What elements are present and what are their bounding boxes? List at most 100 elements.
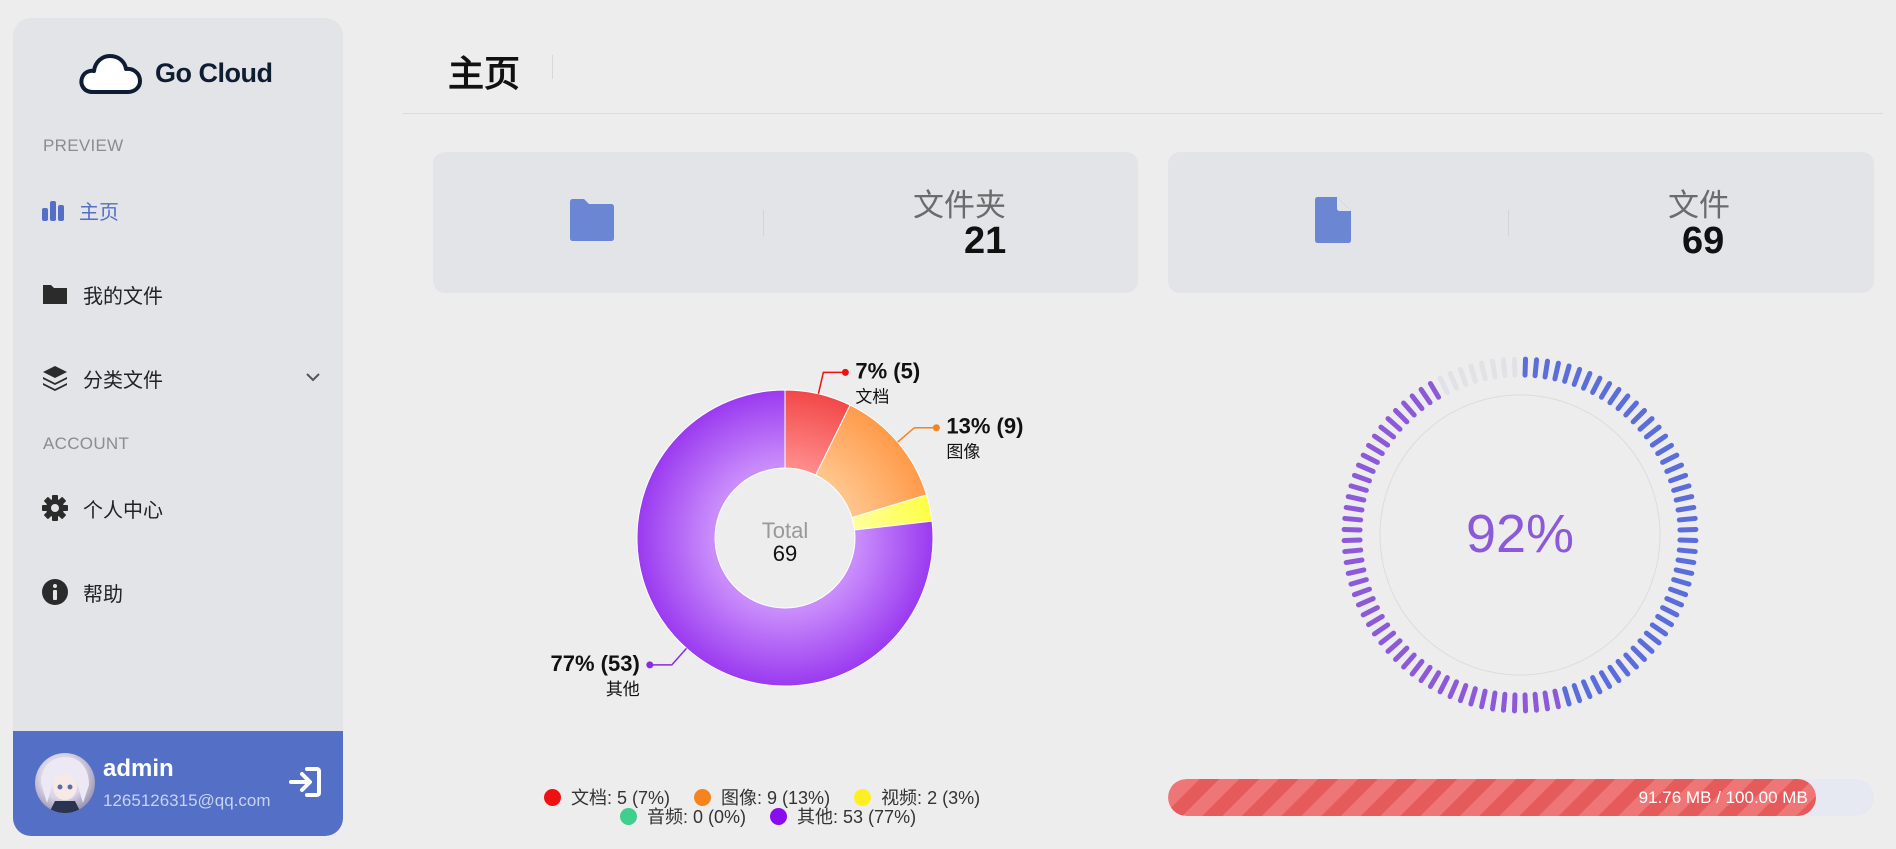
gauge-tick [1552, 688, 1561, 710]
brand-name: Go Cloud [155, 57, 273, 88]
gauge-tick [1671, 483, 1692, 493]
header-divider [403, 113, 1883, 114]
gauge-tick [1355, 596, 1376, 608]
gauge-tick [1598, 381, 1613, 400]
gauge-tick [1532, 357, 1540, 379]
gauge-tick [1562, 363, 1572, 384]
cloud-icon [79, 54, 142, 94]
gauge-tick [1343, 557, 1365, 566]
gauge-tick [1409, 393, 1425, 412]
title-divider [552, 55, 553, 79]
card-divider [1508, 210, 1509, 236]
gauge-inner-ring [1379, 394, 1661, 676]
gauge-tick [1655, 613, 1674, 628]
donut-label-dot [646, 661, 654, 669]
gauge-tick [1348, 577, 1369, 587]
gauge-tick [1590, 675, 1603, 695]
gauge-tick [1637, 416, 1655, 432]
storage-progress-fill: 91.76 MB / 100.00 MB [1168, 779, 1816, 816]
gauge-tick [1615, 658, 1631, 677]
brand-logo[interactable]: Go Cloud [77, 48, 273, 98]
gauge-tick [1623, 652, 1639, 670]
gauge-tick [1366, 613, 1385, 628]
sidebar-item-my-files[interactable]: 我的文件 [41, 272, 321, 316]
gauge-tick [1447, 370, 1459, 391]
chevron-down-icon[interactable] [305, 370, 321, 384]
gauge-tick [1615, 393, 1631, 412]
storage-progress-bar: 91.76 MB / 100.00 MB [1168, 779, 1874, 816]
sidebar-item-help[interactable]: 帮助 [41, 570, 321, 614]
bar-chart-icon [42, 201, 64, 221]
gauge-tick [1378, 630, 1397, 646]
gauge-tick [1385, 638, 1403, 654]
sidebar-item-label: 帮助 [83, 583, 123, 606]
sidebar-item-label: 我的文件 [83, 285, 163, 308]
gauge-tick [1457, 366, 1469, 387]
gauge-tick [1522, 356, 1529, 378]
gauge-tick [1418, 664, 1433, 684]
donut-slice-4[interactable] [636, 389, 934, 687]
sidebar: Go Cloud PREVIEW 主页 我的文件 分类文件 ACCOUNT 个人… [13, 18, 343, 836]
file-icon [1315, 197, 1351, 243]
gauge-ticks [1341, 356, 1699, 714]
gauge-tick [1437, 675, 1450, 695]
gauge-tick [1371, 622, 1391, 637]
donut-value-label: 7% (5) [855, 358, 920, 383]
card-value: 69 [1682, 220, 1725, 262]
logout-icon[interactable] [289, 767, 321, 797]
gauge-tick [1341, 537, 1363, 544]
gauge-tick [1479, 688, 1488, 710]
gauge-tick [1385, 416, 1403, 432]
gauge-tick [1511, 356, 1518, 378]
gauge-tick [1342, 547, 1364, 555]
legend-item-audio[interactable]: 音频: 0 (0%) [620, 803, 746, 829]
donut-slice-0[interactable] [784, 389, 851, 476]
card-value: 21 [964, 220, 1007, 262]
gauge-tick [1675, 504, 1697, 513]
gauge-tick [1351, 586, 1372, 598]
gauge-tick [1552, 360, 1561, 382]
gauge-tick [1671, 577, 1692, 587]
donut-label-dot [932, 424, 940, 432]
gauge-tick [1489, 690, 1498, 712]
gear-icon [42, 495, 68, 521]
sidebar-item-home[interactable]: 主页 [41, 188, 321, 232]
sidebar-item-categories[interactable]: 分类文件 [41, 356, 321, 400]
card-folders[interactable]: 文件夹 21 [433, 152, 1138, 293]
gauge-tick [1637, 638, 1655, 654]
avatar[interactable] [35, 753, 95, 813]
info-icon [42, 579, 68, 605]
gauge-tick [1427, 670, 1442, 689]
sidebar-item-profile[interactable]: 个人中心 [41, 486, 321, 530]
gauge-tick [1664, 462, 1685, 474]
gauge-tick [1427, 381, 1442, 400]
legend-item-other[interactable]: 其他: 53 (77%) [770, 803, 916, 829]
donut-value-label: 13% (9) [946, 414, 1023, 439]
folder-icon [43, 285, 67, 304]
gauge-tick [1630, 408, 1647, 425]
gauge-tick [1581, 679, 1593, 700]
card-files[interactable]: 文件 69 [1168, 152, 1874, 293]
storage-used-text: 91.76 MB / 100.00 MB [1638, 788, 1808, 807]
user-panel: admin 1265126315@qq.com [13, 731, 343, 836]
gauge-tick [1366, 442, 1385, 457]
gauge-tick [1393, 645, 1410, 662]
gauge-tick [1660, 605, 1680, 618]
gauge-tick [1668, 472, 1689, 484]
donut-label-line [817, 371, 846, 394]
section-label-account: ACCOUNT [43, 434, 130, 453]
gauge-tick [1378, 424, 1397, 440]
gauge-tick [1532, 691, 1540, 713]
gauge-tick [1447, 679, 1459, 700]
gauge-tick [1590, 375, 1603, 395]
card-label: 文件 [1668, 188, 1730, 223]
legend-label: 音频: 0 (0%) [647, 807, 747, 827]
donut-slice-2[interactable] [851, 494, 933, 531]
donut-category-label: 其他 [606, 680, 640, 699]
gauge-tick [1360, 605, 1380, 618]
gauge-tick [1409, 658, 1425, 677]
page-title: 主页 [448, 53, 521, 94]
gauge-tick [1649, 622, 1669, 637]
donut-slice-1[interactable] [815, 404, 928, 519]
gauge-tick [1437, 375, 1450, 395]
